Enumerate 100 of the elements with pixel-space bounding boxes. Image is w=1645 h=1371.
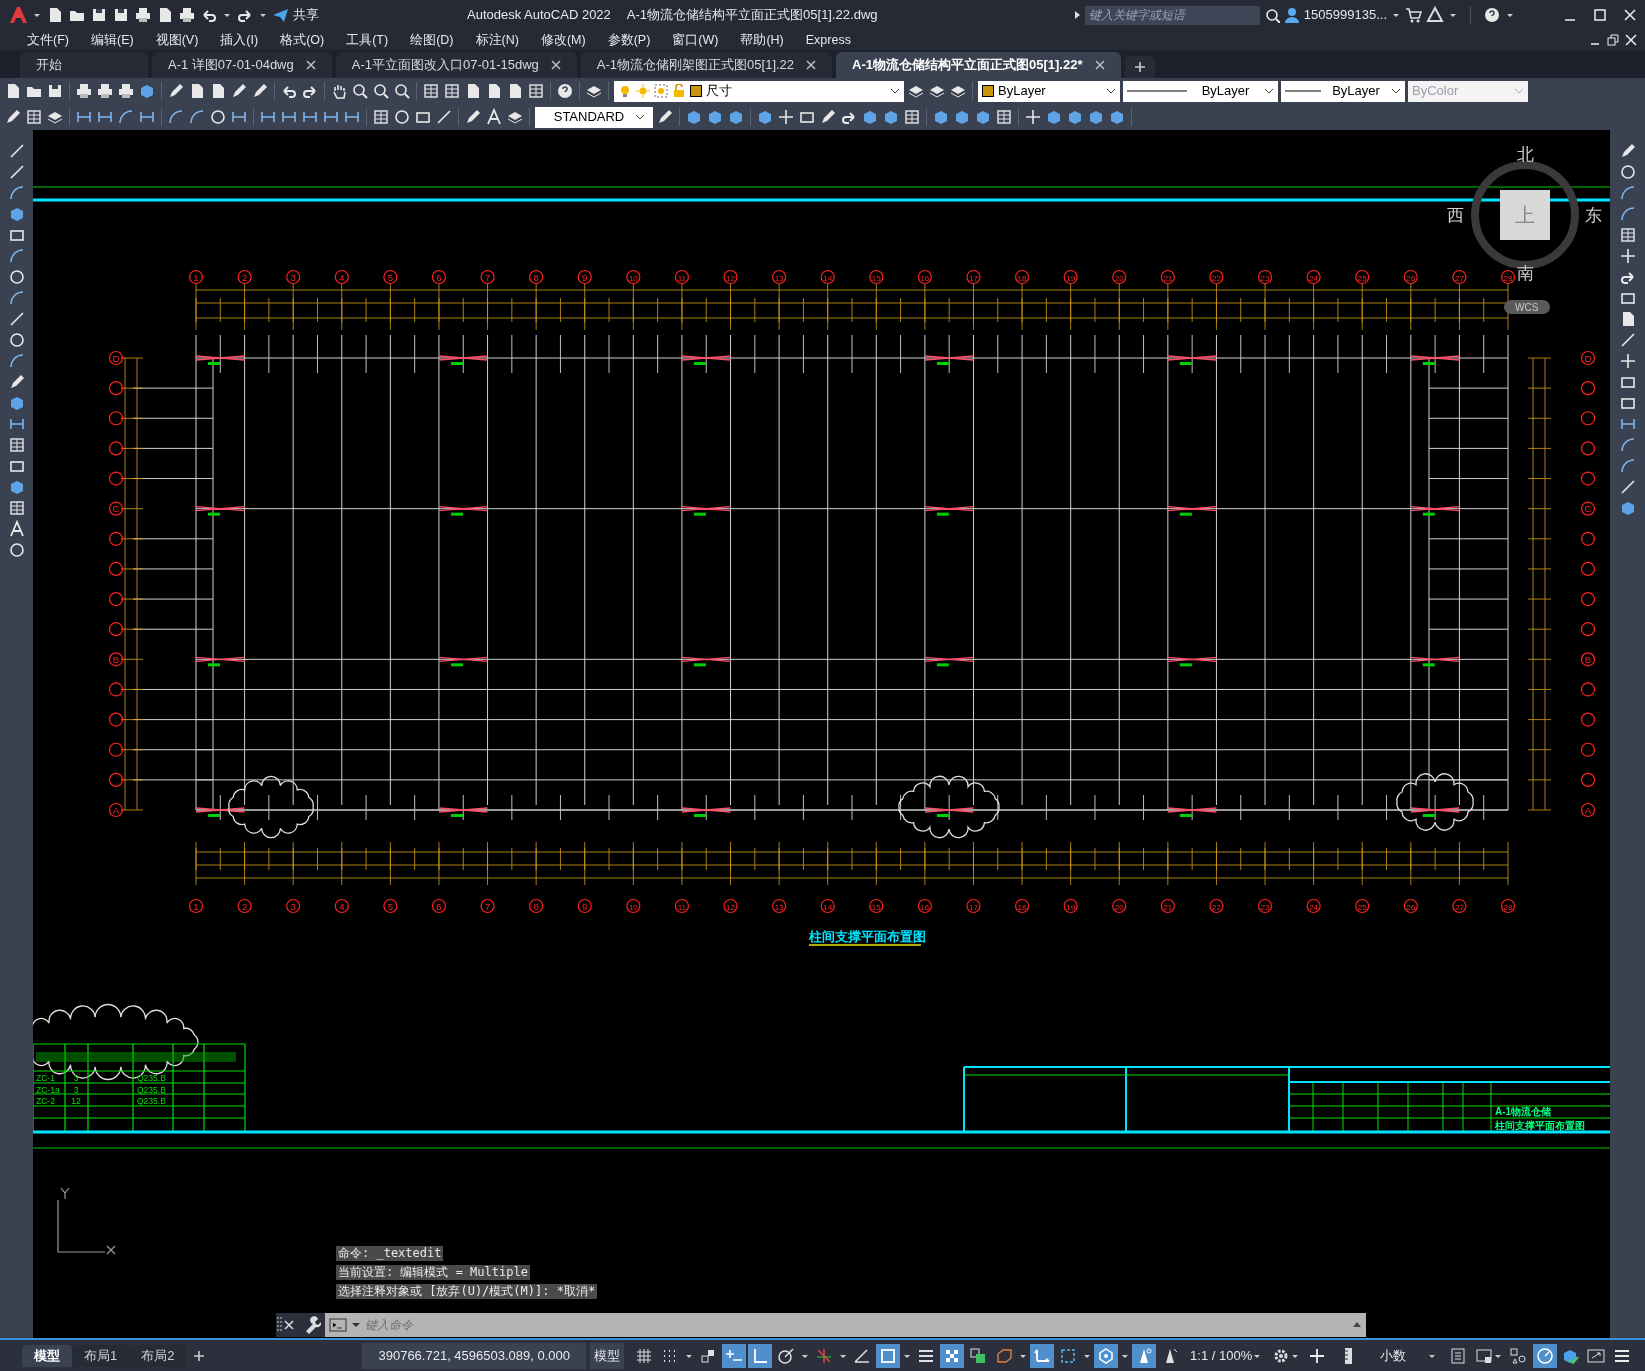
axis-bubble: 24	[1306, 898, 1321, 914]
axis-bubble: 8	[529, 898, 544, 914]
compass-west[interactable]: 西	[1446, 206, 1464, 225]
units-dropdown[interactable]: 小数	[1336, 1342, 1442, 1369]
axis-bubble: 22	[1209, 269, 1224, 285]
axis-bubble: 6	[431, 898, 447, 914]
file-tab[interactable]: 开始	[20, 52, 148, 78]
axis-bubble: C	[1580, 501, 1596, 516]
axis-bubble: 1	[188, 898, 204, 914]
axis-bubble: 22	[1209, 898, 1224, 914]
axis-bubble: 18	[1014, 269, 1030, 285]
table-cell: Q235.B	[137, 1072, 166, 1083]
axis-bubble: 8	[529, 269, 544, 285]
menu-item[interactable]: 绘图(D)	[399, 30, 465, 50]
axis-bubble: 9	[577, 269, 592, 285]
menu-item[interactable]: 窗口(W)	[661, 30, 730, 50]
color-dropdown[interactable]: ByLayer	[978, 80, 1120, 102]
axis-bubble: 19	[1063, 898, 1078, 914]
axis-bubble: D	[1580, 350, 1596, 366]
axis-bubble: 27	[1452, 898, 1467, 914]
file-tab[interactable]: A-1物流仓储结构平立面正式图05[1].22*	[836, 52, 1121, 78]
axis-bubble: 9	[577, 898, 592, 914]
menu-item[interactable]: Express	[794, 30, 862, 50]
text-style-dropdown[interactable]: STANDARD	[535, 106, 653, 128]
compass-east[interactable]: 东	[1584, 206, 1602, 225]
file-tab[interactable]: A-1平立面图改入口07-01-15dwg	[335, 52, 577, 78]
axis-bubble: A	[108, 802, 124, 818]
drawing-title: 柱间支撑平面布置图	[809, 929, 926, 944]
axis-bubble: 23	[1257, 269, 1273, 285]
axis-bubble: B	[1580, 652, 1596, 667]
linetype-dropdown[interactable]: ByLayer	[1123, 80, 1278, 102]
axis-bubble: 28	[1500, 269, 1516, 285]
drawing-name: 柱间支撑平面布置图	[1495, 1120, 1585, 1131]
axis-bubble: 26	[1403, 269, 1418, 285]
table-cell: ZC-1a	[36, 1084, 60, 1095]
axis-bubble: 26	[1403, 898, 1418, 914]
file-tab[interactable]: A-1 详图07-01-04dwg	[152, 52, 332, 78]
layout-tab[interactable]: 布局1	[72, 1344, 130, 1367]
axis-bubble: 12	[723, 269, 738, 285]
ucs-menu[interactable]: WCS	[1504, 300, 1550, 314]
axis-bubble: 15	[869, 898, 884, 914]
menu-item[interactable]: 插入(I)	[209, 30, 270, 50]
axis-bubble: 23	[1257, 898, 1273, 914]
table-cell: 3	[73, 1072, 79, 1083]
axis-bubble: 16	[917, 269, 932, 285]
file-tab[interactable]: A-1物流仓储刚架图正式图05[1].22	[580, 52, 833, 78]
annotation-scale[interactable]: 1:1 / 100%	[1190, 1345, 1253, 1366]
axis-bubble: 13	[772, 898, 787, 914]
table-cell: 12	[71, 1095, 81, 1106]
axis-bubble: 3	[286, 898, 301, 914]
axis-bubble: 2	[237, 269, 252, 285]
axis-bubble: 11	[674, 898, 690, 914]
axis-bubble: 17	[966, 898, 981, 914]
model-space-button[interactable]: 模型	[590, 1342, 625, 1369]
axis-bubble: 20	[1112, 269, 1127, 285]
axis-bubble: 20	[1112, 898, 1127, 914]
table-cell: Q235.B	[137, 1095, 166, 1106]
menu-item[interactable]: 视图(V)	[144, 30, 210, 50]
axis-bubble: C	[108, 501, 124, 516]
menu-item[interactable]: 编辑(E)	[79, 30, 145, 50]
axis-bubble: 5	[383, 898, 398, 914]
axis-bubble: 17	[966, 269, 981, 285]
user-name[interactable]: 1505999135...	[1303, 5, 1387, 25]
layout-tab[interactable]: 布局2	[129, 1344, 187, 1367]
axis-bubble: 10	[626, 898, 641, 914]
command-input-field[interactable]: 键入命令	[325, 1313, 1366, 1337]
axis-bubble: 28	[1500, 898, 1516, 914]
axis-bubble: D	[108, 350, 124, 366]
axis-bubble: 18	[1014, 898, 1030, 914]
compass-south[interactable]: 南	[1516, 264, 1534, 283]
menu-item[interactable]: 格式(O)	[269, 30, 336, 50]
menu-item[interactable]: 帮助(H)	[729, 30, 795, 50]
axis-bubble: 4	[334, 898, 349, 914]
menu-item[interactable]: 修改(M)	[529, 30, 597, 50]
axis-bubble: 4	[334, 269, 349, 285]
axis-bubble: 2	[237, 898, 252, 914]
menu-item[interactable]: 标注(N)	[464, 30, 530, 50]
menu-item[interactable]: 文件(F)	[16, 30, 80, 50]
layout-tab[interactable]: 模型	[22, 1344, 72, 1367]
compass-north[interactable]: 北	[1516, 145, 1534, 164]
axis-bubble: B	[108, 652, 124, 667]
share-button[interactable]: 共享	[272, 5, 319, 25]
search-field[interactable]: 键入关键字或短语	[1084, 5, 1260, 25]
axis-bubble: 13	[772, 269, 787, 285]
menu-item[interactable]: 工具(T)	[335, 30, 400, 50]
table-cell: ZC-1	[36, 1072, 55, 1083]
axis-bubble: 3	[286, 269, 301, 285]
axis-bubble: A	[1580, 802, 1596, 818]
axis-bubble: 25	[1355, 269, 1370, 285]
menu-item[interactable]: 参数(P)	[596, 30, 662, 50]
lineweight-dropdown[interactable]: ByLayer	[1281, 80, 1405, 102]
axis-bubble: 11	[674, 269, 690, 285]
axis-bubble: 25	[1355, 898, 1370, 914]
axis-bubble: 19	[1063, 269, 1078, 285]
axis-bubble: 1	[188, 269, 204, 285]
table-cell: Q235.B	[137, 1084, 166, 1095]
window-title: A-1物流仓储结构平立面正式图05[1].22.dwg	[626, 6, 878, 25]
axis-bubble: 7	[480, 269, 495, 285]
axis-bubble: 14	[820, 898, 835, 914]
layer-dropdown[interactable]: 尺寸	[614, 80, 904, 102]
